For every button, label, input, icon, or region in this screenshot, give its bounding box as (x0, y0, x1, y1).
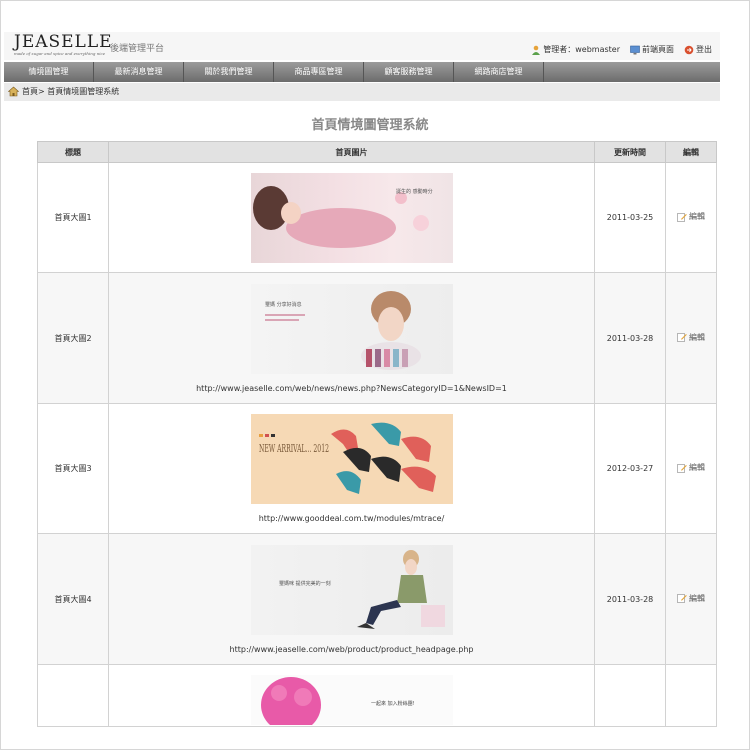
row-image-cell: 璽媽咪 提供完美的一刻 http://www.jeaselle.com/web/… (108, 533, 595, 665)
row-title (37, 664, 109, 727)
banner-url: http://www.jeaselle.com/web/news/news.ph… (196, 383, 507, 393)
logo[interactable]: JEASELLE made of sugar and spice and eve… (14, 32, 113, 56)
banner-art-fans: 一起來 加入粉絲團! (260, 677, 415, 725)
col-header-title: 標題 (37, 141, 109, 163)
table-row: 首頁大圖4 璽媽咪 提供完美的一刻 http://www.jeaselle.co… (37, 533, 717, 665)
brand-tagline: made of sugar and spice and everything n… (14, 51, 106, 56)
row-image-cell: 一起來 加入粉絲團! (108, 664, 595, 727)
col-header-date: 更新時間 (594, 141, 666, 163)
frontend-link[interactable]: 前端頁面 (630, 44, 674, 55)
banner-table: 標題 首頁圖片 更新時間 編輯 首頁大圖1 誕生的 感動時分 2011-03-2… (37, 141, 717, 727)
row-image-cell: 璽媽 分享好消息 http://www.jeaselle.com/web/new… (108, 272, 595, 404)
col-header-edit: 編輯 (665, 141, 717, 163)
monitor-icon (630, 45, 640, 54)
breadcrumb: 首頁> 首頁情境圖管理系統 (4, 83, 720, 101)
breadcrumb-separator: > (38, 87, 48, 96)
logout-link[interactable]: 登出 (684, 44, 712, 55)
edit-icon (677, 463, 687, 473)
top-utilities: 管理者：webmaster 前端頁面 登出 (531, 44, 712, 55)
breadcrumb-current: 首頁情境圖管理系統 (47, 87, 120, 96)
banner-art-shoes: NEW ARRIVAL... 2012 (258, 422, 436, 494)
banner-image-1[interactable]: 誕生的 感動時分 (250, 172, 453, 263)
nav-tab-about[interactable]: 關於我們管理 (184, 62, 274, 82)
row-date: 2011-03-25 (594, 162, 666, 273)
banner-url: http://www.gooddeal.com.tw/modules/mtrac… (258, 514, 445, 523)
header-bar: JEASELLE made of sugar and spice and eve… (4, 32, 720, 60)
logout-label: 登出 (696, 45, 712, 54)
edit-icon (677, 212, 687, 222)
row-edit-cell: 編輯 (665, 533, 717, 665)
edit-link[interactable]: 編輯 (677, 332, 705, 343)
banner-image-2[interactable]: 璽媽 分享好消息 (250, 283, 453, 374)
row-title: 首頁大圖2 (37, 272, 109, 404)
platform-subtitle: 後端管理平台 (110, 44, 165, 54)
row-image-cell: NEW ARRIVAL... 2012 http://www.gooddeal.… (108, 403, 595, 534)
nav-tab-service[interactable]: 顧客服務管理 (364, 62, 454, 82)
banner-text-5: 一起來 加入粉絲團! (371, 700, 415, 707)
row-title: 首頁大圖4 (37, 533, 109, 665)
edit-label: 編輯 (689, 463, 705, 473)
row-date: 2011-03-28 (594, 272, 666, 404)
admin-info: 管理者：webmaster (531, 44, 620, 55)
nav-tab-shop[interactable]: 網路商店管理 (454, 62, 544, 82)
table-row: 一起來 加入粉絲團! (37, 664, 717, 727)
banner-text-2: 璽媽 分享好消息 (265, 301, 302, 308)
banner-image-5[interactable]: 一起來 加入粉絲團! (250, 675, 453, 725)
logout-icon (684, 45, 694, 54)
breadcrumb-home-link[interactable]: 首頁 (22, 87, 38, 96)
table-row: 首頁大圖2 璽媽 分享好消息 http://www.jeaselle.com/w… (37, 272, 717, 404)
nav-tab-scene[interactable]: 情境圖管理 (4, 62, 94, 82)
row-date: 2011-03-28 (594, 533, 666, 665)
edit-label: 編輯 (689, 593, 705, 603)
main-nav: 情境圖管理 最新消息管理 關於我們管理 商品專區管理 顧客服務管理 網路商店管理 (4, 62, 720, 82)
frontend-label: 前端頁面 (642, 45, 674, 54)
row-edit-cell: 編輯 (665, 162, 717, 273)
table-row: 首頁大圖1 誕生的 感動時分 2011-03-25 編輯 (37, 162, 717, 273)
banner-image-4[interactable]: 璽媽咪 提供完美的一刻 (250, 544, 453, 635)
row-date: 2012-03-27 (594, 403, 666, 534)
banner-text-4: 璽媽咪 提供完美的一刻 (279, 580, 331, 587)
page-title: 首頁情境圖管理系統 (311, 118, 429, 133)
banner-text-3: NEW ARRIVAL... 2012 (259, 442, 329, 455)
user-icon (532, 45, 541, 55)
edit-link[interactable]: 編輯 (677, 462, 705, 473)
brand-name: JEASELLE (14, 32, 113, 52)
table-row: 首頁大圖3 NEW ARRIVAL... 2012 http://www.goo… (37, 403, 717, 534)
row-date (594, 664, 666, 727)
table-header-row: 標題 首頁圖片 更新時間 編輯 (37, 141, 717, 163)
edit-icon (677, 333, 687, 343)
col-header-image: 首頁圖片 (108, 141, 595, 163)
edit-link[interactable]: 編輯 (677, 211, 705, 222)
banner-url: http://www.jeaselle.com/web/product/prod… (229, 644, 474, 654)
banner-image-3[interactable]: NEW ARRIVAL... 2012 (250, 414, 453, 504)
edit-label: 編輯 (689, 212, 705, 222)
row-edit-cell: 編輯 (665, 403, 717, 534)
home-icon (8, 86, 19, 97)
row-edit-cell: 編輯 (665, 272, 717, 404)
banner-art-white: 璽媽 分享好消息 (264, 290, 421, 370)
nav-tab-news[interactable]: 最新消息管理 (94, 62, 184, 82)
edit-label: 編輯 (689, 332, 705, 342)
row-edit-cell (665, 664, 717, 727)
banner-art-pink: 誕生的 感動時分 (252, 185, 433, 248)
admin-label: 管理者：webmaster (543, 45, 620, 54)
row-title: 首頁大圖3 (37, 403, 109, 534)
edit-link[interactable]: 編輯 (677, 593, 705, 604)
nav-tab-products[interactable]: 商品專區管理 (274, 62, 364, 82)
banner-text-1: 誕生的 感動時分 (396, 188, 433, 195)
row-image-cell: 誕生的 感動時分 (108, 162, 595, 273)
row-title: 首頁大圖1 (37, 162, 109, 273)
edit-icon (677, 594, 687, 604)
banner-art-grey: 璽媽咪 提供完美的一刻 (279, 549, 445, 629)
